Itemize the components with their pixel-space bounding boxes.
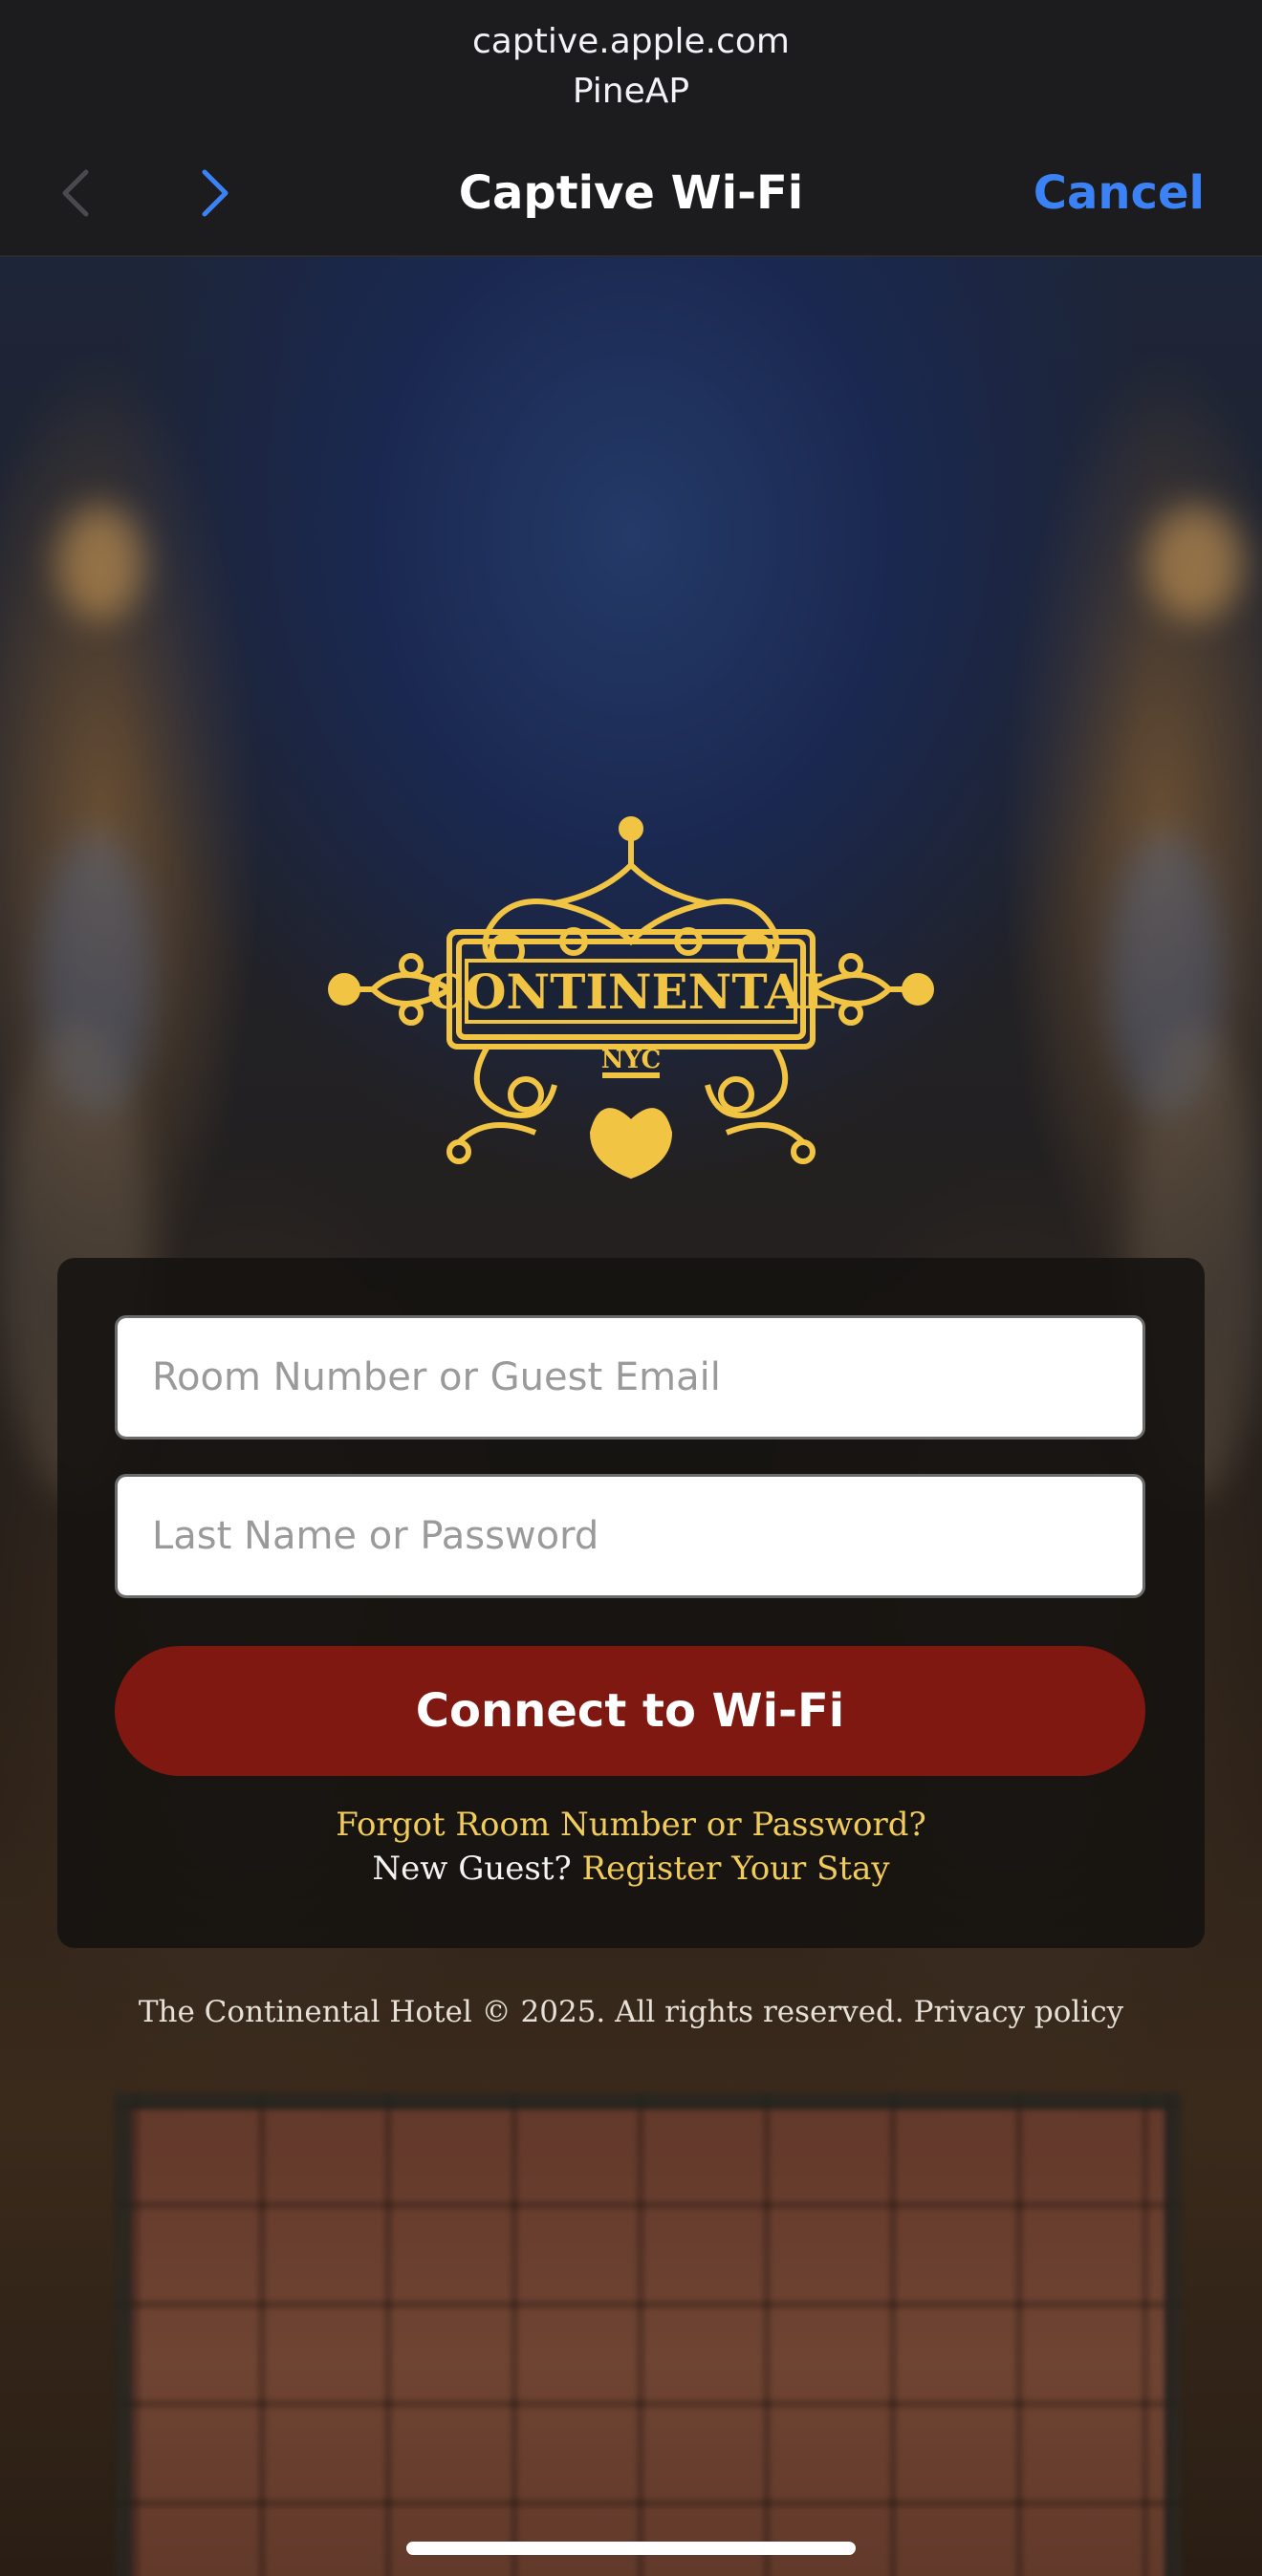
- portal-host: captive.apple.com: [472, 22, 790, 61]
- chandelier-left: [57, 506, 143, 620]
- password-input[interactable]: [115, 1474, 1145, 1598]
- register-link[interactable]: Register Your Stay: [582, 1850, 890, 1888]
- network-name: PineAP: [572, 72, 690, 111]
- forgot-row: Forgot Room Number or Password?: [57, 1803, 1205, 1847]
- captive-portal-header: captive.apple.com PineAP Captive Wi-Fi C…: [0, 0, 1262, 257]
- copyright-text: The Continental Hotel © 2025. All rights…: [138, 1995, 904, 2029]
- page-footer: The Continental Hotel © 2025. All rights…: [0, 1991, 1262, 2033]
- register-row: New Guest? Register Your Stay: [57, 1847, 1205, 1891]
- logo-subtitle: NYC: [601, 1046, 662, 1074]
- room-number-input[interactable]: [115, 1315, 1145, 1440]
- connect-button[interactable]: Connect to Wi-Fi: [115, 1646, 1145, 1776]
- continental-logo: CONTINENTAL NYC: [328, 816, 934, 1180]
- login-card: Connect to Wi-Fi Forgot Room Number or P…: [57, 1258, 1205, 1948]
- new-guest-text: New Guest?: [372, 1850, 572, 1888]
- cancel-button[interactable]: Cancel: [1034, 162, 1205, 224]
- logo-wordmark: CONTINENTAL: [426, 963, 836, 1020]
- lobby-floor: [115, 2092, 1182, 2576]
- chandelier-right: [1147, 506, 1243, 620]
- privacy-policy-link[interactable]: Privacy policy: [914, 1995, 1124, 2029]
- home-indicator[interactable]: [406, 2542, 856, 2555]
- forgot-credentials-link[interactable]: Forgot Room Number or Password?: [336, 1806, 925, 1844]
